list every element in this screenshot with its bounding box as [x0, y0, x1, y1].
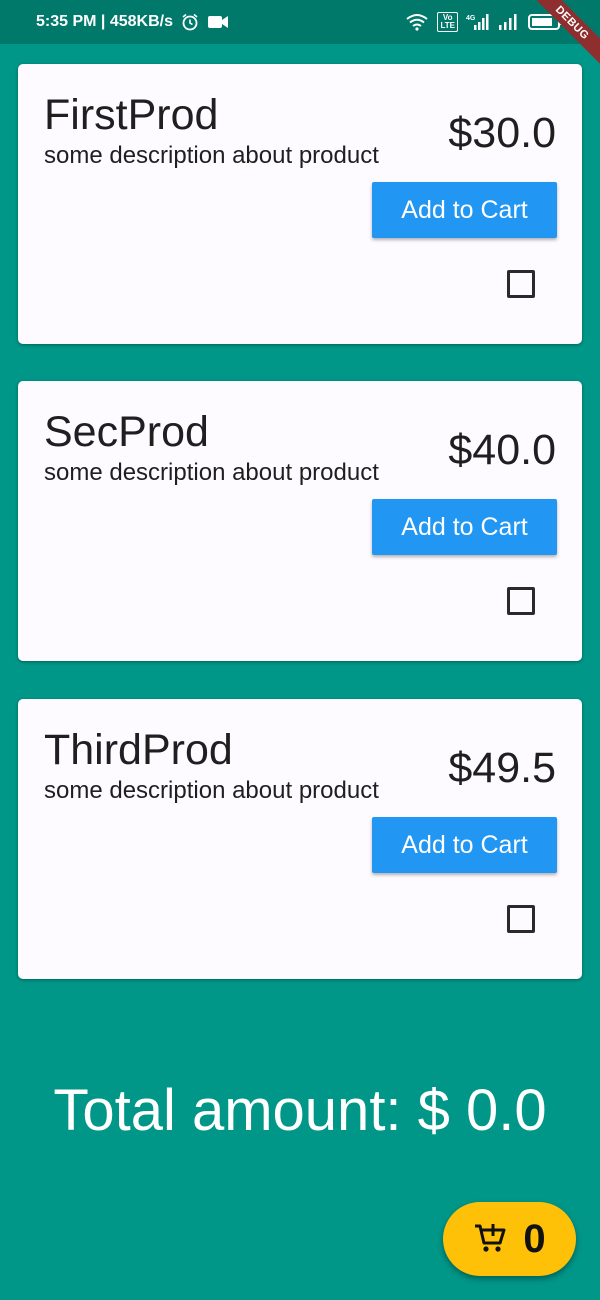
- svg-text:4G: 4G: [466, 15, 476, 22]
- product-price: $40.0: [448, 426, 556, 474]
- video-camera-icon: [207, 14, 229, 30]
- product-card-3: ThirdProd some description about product…: [18, 699, 582, 979]
- alarm-icon: [181, 13, 199, 31]
- product-description: some description about product: [44, 459, 379, 486]
- product-price: $30.0: [448, 109, 556, 157]
- product-description: some description about product: [44, 142, 379, 169]
- cart-add-icon: [473, 1221, 507, 1258]
- product-description: some description about product: [44, 777, 379, 804]
- signal-icon: 4G: [466, 13, 490, 31]
- product-card-1: FirstProd some description about product…: [18, 64, 582, 344]
- status-bar: 5:35 PM | 458KB/s Vo LTE 4G: [0, 0, 600, 44]
- add-to-cart-button[interactable]: Add to Cart: [372, 182, 557, 238]
- add-to-cart-button[interactable]: Add to Cart: [372, 817, 557, 873]
- signal-icon-2: [498, 13, 520, 31]
- cart-count: 0: [523, 1216, 546, 1261]
- volte-badge: Vo LTE: [437, 12, 458, 32]
- product-name: FirstProd: [44, 91, 219, 139]
- product-name: ThirdProd: [44, 726, 233, 774]
- product-price: $49.5: [448, 744, 556, 792]
- cart-button[interactable]: 0: [443, 1202, 576, 1276]
- product-checkbox[interactable]: [507, 270, 535, 298]
- product-card-2: SecProd some description about product $…: [18, 381, 582, 661]
- product-checkbox[interactable]: [507, 587, 535, 615]
- add-to-cart-button[interactable]: Add to Cart: [372, 499, 557, 555]
- product-name: SecProd: [44, 408, 209, 456]
- product-checkbox[interactable]: [507, 905, 535, 933]
- status-time: 5:35 PM | 458KB/s: [36, 13, 173, 30]
- wifi-icon: [405, 13, 429, 31]
- total-amount: Total amount: $ 0.0: [53, 1078, 547, 1143]
